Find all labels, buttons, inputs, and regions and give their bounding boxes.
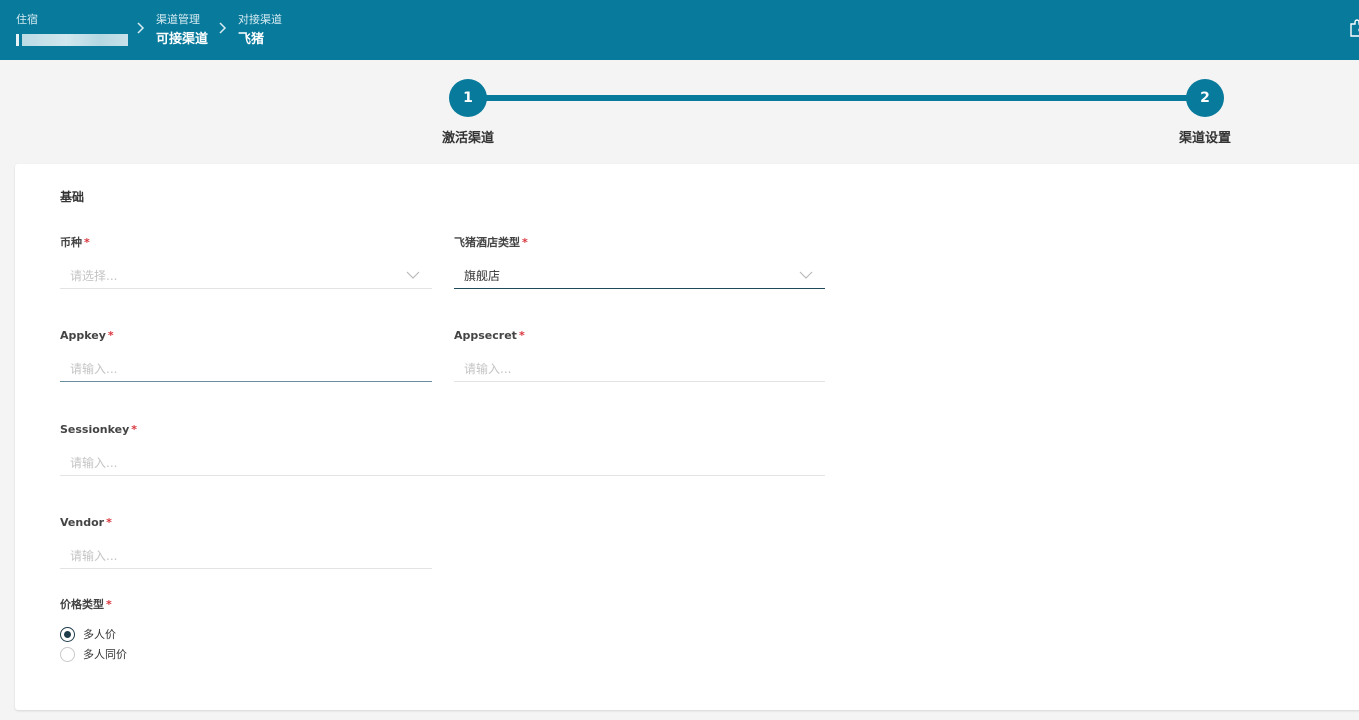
required-mark: * (131, 423, 138, 436)
hotel-type-select[interactable]: 旗舰店 (454, 265, 825, 289)
step-2-label: 渠道设置 (1178, 131, 1231, 146)
breadcrumb-available-channels: 可接渠道 (156, 32, 209, 47)
price-type-field: 价格类型 * (60, 597, 112, 613)
vendor-label: Vendor (60, 516, 105, 529)
breadcrumb-channel-management[interactable]: 渠道管理 可接渠道 (156, 12, 208, 50)
currency-label: 币种 (60, 236, 82, 249)
appsecret-field: Appsecret * (454, 328, 825, 382)
step-1-label: 激活渠道 (441, 131, 494, 146)
breadcrumb-connect-channel[interactable]: 对接渠道 飞猪 (238, 12, 282, 50)
price-type-option-label: 多人同价 (83, 648, 127, 661)
price-type-option-same[interactable]: 多人同价 (60, 644, 127, 664)
currency-field: 币种 * 请选择... (60, 235, 432, 289)
section-title-basic: 基础 (60, 190, 85, 204)
settings-form-card: 基础 币种* 请选择... 飞猪酒店类型* 旗舰店 Appkey* Appsec… (15, 164, 1359, 710)
property-name-redacted (16, 34, 128, 46)
radio-button-checked[interactable] (60, 626, 75, 642)
hotel-type-value: 旗舰店 (464, 269, 501, 283)
breadcrumb-property[interactable]: 住宿 (16, 12, 128, 50)
vendor-input[interactable] (60, 545, 432, 567)
sessionkey-field: Sessionkey * (60, 422, 825, 476)
vendor-field: Vendor * (60, 515, 432, 569)
sessionkey-label: Sessionkey (60, 423, 130, 436)
price-type-radio-group: 多人价 多人同价 (60, 624, 127, 664)
sessionkey-input[interactable] (60, 452, 825, 474)
breadcrumb-channel-management-label: 渠道管理 (156, 13, 200, 26)
chevron-right-icon (217, 20, 229, 36)
stepper-connector (468, 95, 1205, 101)
required-mark: * (84, 236, 90, 249)
price-type-label: 价格类型 (60, 598, 104, 611)
currency-placeholder: 请选择... (70, 269, 118, 283)
appkey-input[interactable] (60, 358, 432, 380)
radio-button-unchecked[interactable] (60, 646, 75, 662)
step-2-indicator[interactable]: 2 (1186, 79, 1224, 117)
required-mark: * (107, 329, 114, 342)
price-type-option-multi[interactable]: 多人价 (60, 624, 127, 644)
plugin-icon[interactable] (1347, 18, 1359, 38)
required-mark: * (106, 516, 112, 529)
step-1-indicator[interactable]: 1 (449, 79, 487, 117)
chevron-down-icon (406, 271, 420, 279)
breadcrumb-property-label: 住宿 (16, 13, 38, 26)
required-mark: * (522, 236, 528, 249)
price-type-option-label: 多人价 (83, 628, 116, 641)
breadcrumb-current-channel: 飞猪 (238, 32, 265, 47)
appsecret-label: Appsecret (454, 329, 517, 342)
hotel-type-label: 飞猪酒店类型 (454, 236, 520, 249)
progress-stepper: 1 激活渠道 2 渠道设置 (0, 60, 1359, 164)
breadcrumb-connect-channel-label: 对接渠道 (238, 13, 282, 26)
appkey-label: Appkey (60, 329, 106, 342)
required-mark: * (518, 329, 525, 342)
top-header: 住宿 渠道管理 可接渠道 对接渠道 飞猪 (0, 0, 1359, 60)
chevron-right-icon (135, 20, 147, 36)
currency-select[interactable]: 请选择... (60, 265, 432, 289)
required-mark: * (106, 598, 112, 611)
hotel-type-field: 飞猪酒店类型 * 旗舰店 (454, 235, 825, 289)
chevron-down-icon (799, 271, 813, 279)
appkey-field: Appkey * (60, 328, 432, 382)
appsecret-input[interactable] (454, 358, 825, 380)
